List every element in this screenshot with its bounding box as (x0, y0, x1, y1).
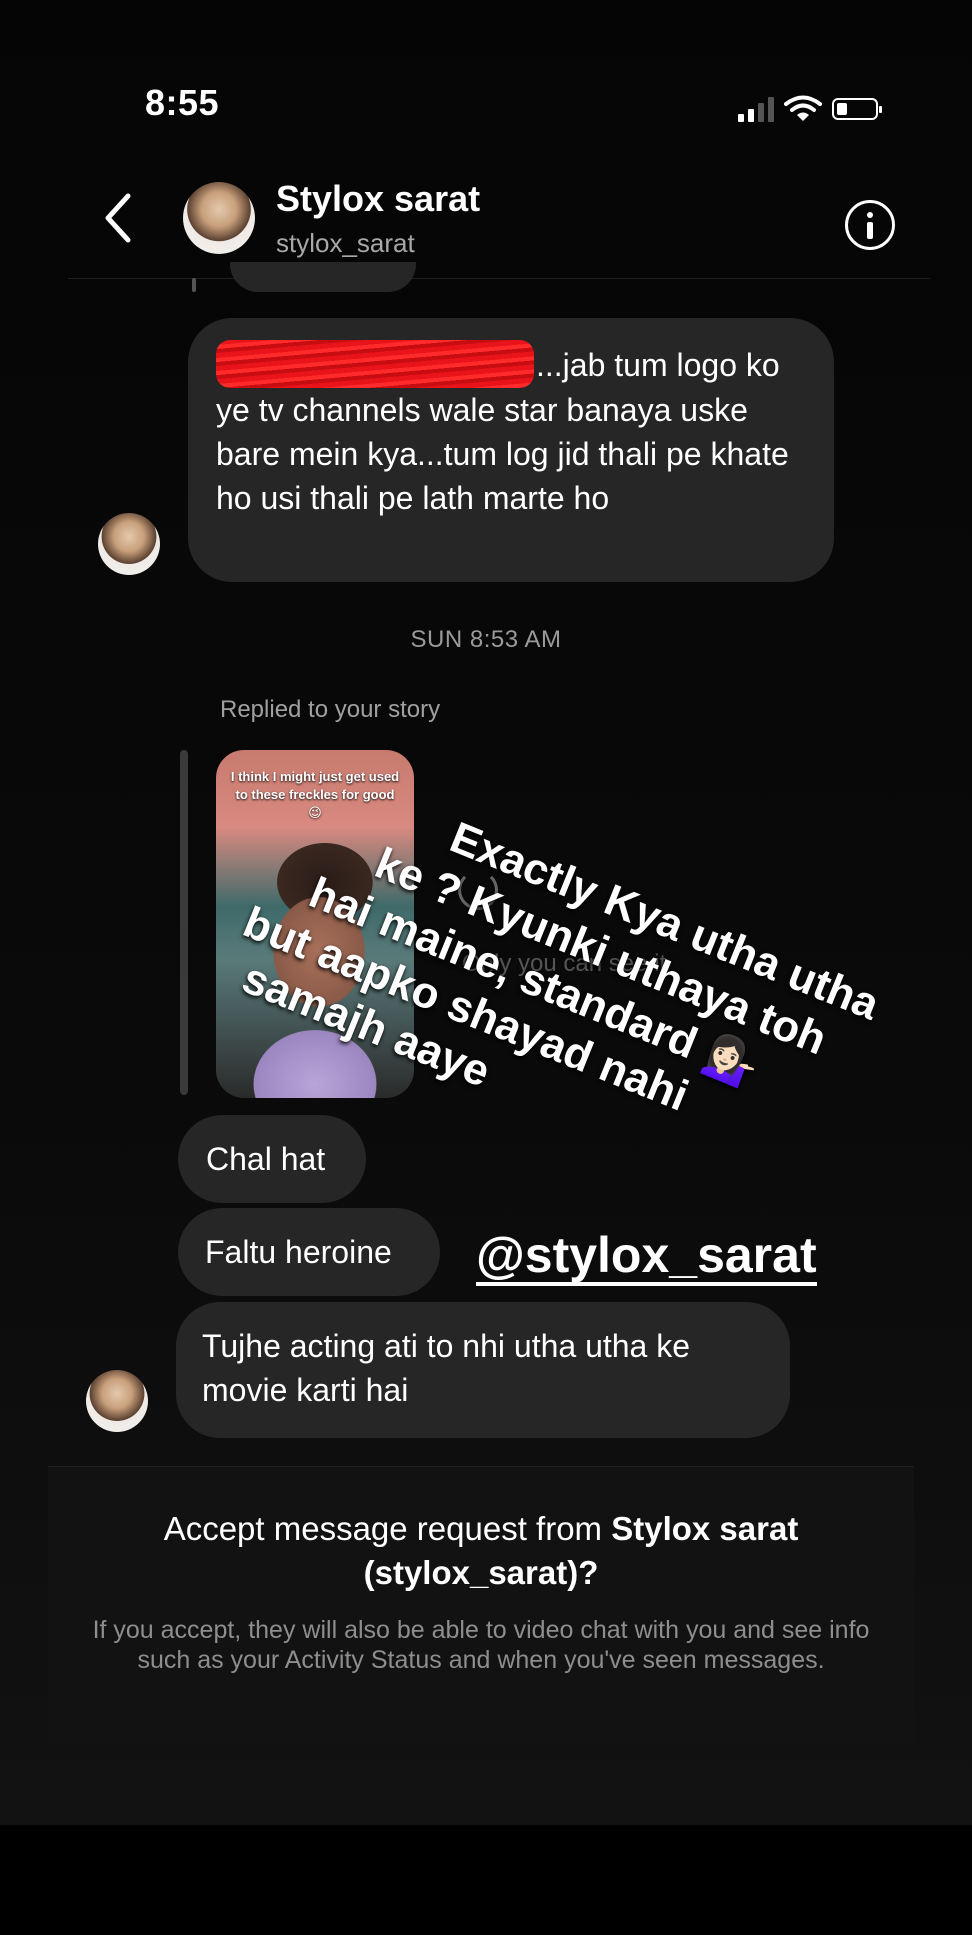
request-explanation: If you accept, they will also be able to… (92, 1616, 870, 1674)
story-reply-label: Replied to your story (220, 696, 441, 723)
contact-username: stylox_sarat (276, 228, 415, 258)
overlay-caption: Exactly Kya utha utha ke ? Kyunki uthaya… (236, 782, 889, 1225)
avatar[interactable] (98, 513, 160, 575)
avatar[interactable] (86, 1370, 148, 1432)
message-bubble[interactable]: Chal hat (178, 1115, 366, 1203)
contact-name[interactable]: Stylox sarat (276, 178, 480, 220)
battery-icon (832, 98, 882, 120)
status-icons (738, 95, 882, 123)
chevron-left-icon[interactable] (100, 190, 136, 246)
message-text: Faltu heroine (205, 1234, 392, 1270)
avatar[interactable] (183, 182, 255, 254)
message-bubble[interactable]: Tujhe acting ati to nhi utha utha ke mov… (176, 1302, 790, 1438)
message-text: Chal hat (206, 1141, 326, 1177)
timestamp: SUN 8:53 AM (410, 626, 562, 653)
message-bubble[interactable]: Faltu heroine (178, 1208, 440, 1296)
message-bubble[interactable]: ...jab tum logo ko ye tv channels wale s… (188, 318, 834, 582)
wifi-icon (784, 95, 822, 121)
request-prompt-prefix: Accept message request from (163, 1510, 612, 1547)
chat-header: Stylox sarat stylox_sarat (0, 150, 972, 280)
message-request-panel: Accept message request from Stylox sarat… (48, 1466, 914, 1745)
reply-line (180, 750, 188, 1095)
cellular-signal-icon (738, 96, 774, 122)
screen: 8:55 Stylox sarat stylox_sarat ...jab tu… (0, 0, 972, 1825)
request-prompt-handle: (stylox_sarat)? (363, 1554, 599, 1591)
request-prompt: Accept message request from Stylox sarat… (48, 1507, 914, 1595)
status-time: 8:55 (145, 82, 220, 123)
message-text: Tujhe acting ati to nhi utha utha ke mov… (202, 1328, 691, 1408)
redaction-mark (216, 340, 534, 388)
reply-line-fragment (192, 278, 196, 292)
mention-tag[interactable]: @stylox_sarat (476, 1228, 817, 1286)
message-bubble-partial (230, 262, 416, 292)
info-icon[interactable] (845, 200, 895, 250)
request-prompt-name: Stylox sarat (611, 1510, 799, 1547)
bottom-letterbox (0, 1825, 972, 1935)
header-divider (68, 278, 930, 279)
